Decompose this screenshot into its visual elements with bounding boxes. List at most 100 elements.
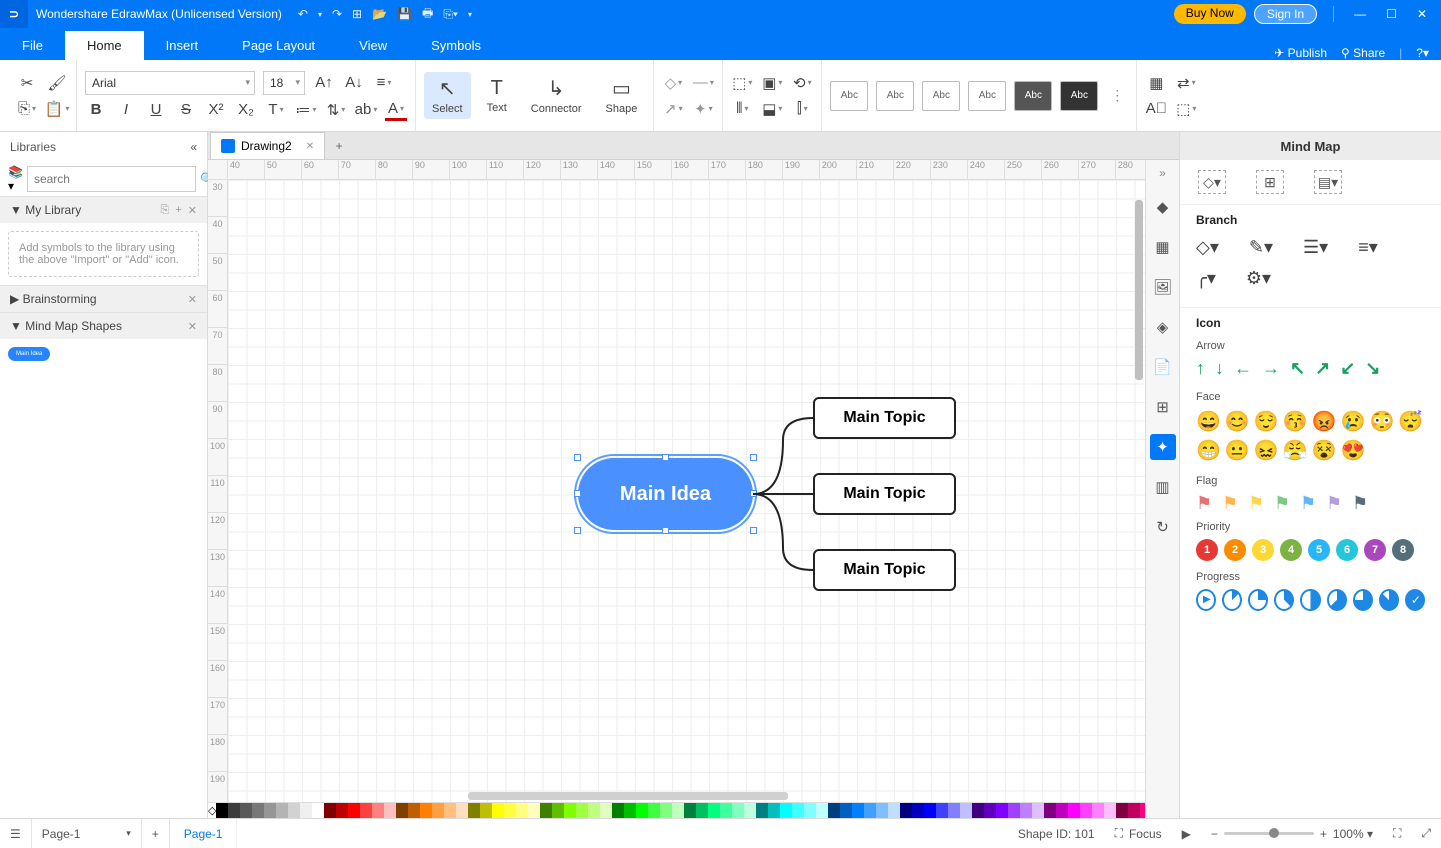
buy-now-button[interactable]: Buy Now [1174,4,1246,24]
color-swatch[interactable] [756,803,768,819]
mindmap-panel-icon[interactable]: ✦ [1150,434,1176,460]
layers-panel-icon[interactable]: ◈ [1150,314,1176,340]
font-color-icon[interactable]: A [385,99,407,121]
connector-tool[interactable]: ↳Connector [523,72,590,119]
color-swatch[interactable] [300,803,312,819]
color-swatch[interactable] [372,803,384,819]
color-swatch[interactable] [792,803,804,819]
horizontal-scrollbar[interactable] [468,792,788,800]
new-icon[interactable]: ⊞ [352,7,362,21]
format-icon[interactable]: ▦ [1145,72,1167,94]
close-section-icon[interactable]: ✕ [188,320,197,333]
subscript-icon[interactable]: X₂ [235,99,257,121]
priority-icon[interactable]: 8 [1392,539,1414,561]
menu-symbols[interactable]: Symbols [409,31,503,60]
color-swatch[interactable] [936,803,948,819]
color-swatch[interactable] [588,803,600,819]
focus-button[interactable]: ⛶ Focus [1105,819,1172,848]
share-button[interactable]: ⚲ Share [1341,46,1385,60]
color-swatch[interactable] [864,803,876,819]
menu-file[interactable]: File [0,31,65,60]
main-idea-shape[interactable]: Main Idea [8,347,50,361]
color-swatch[interactable] [720,803,732,819]
branch-fill-icon[interactable]: ◇▾ [1196,237,1219,258]
my-library-section[interactable]: ▼ My Library ⎘+✕ [0,197,207,223]
main-topic-node[interactable]: Main Topic [813,549,956,591]
flag-icon[interactable] [1300,493,1316,511]
expand-right-icon[interactable]: » [1159,166,1166,180]
priority-icon[interactable]: 5 [1308,539,1330,561]
distribute-icon[interactable]: ⫿ [791,98,813,120]
color-swatch[interactable] [852,803,864,819]
color-swatch[interactable] [996,803,1008,819]
select-similar-icon[interactable]: ⬚ [1175,98,1197,120]
library-menu-icon[interactable]: 📚▾ [8,166,23,192]
face-icon[interactable]: 😐 [1225,438,1250,463]
progress-icon[interactable] [1327,589,1347,611]
color-swatch[interactable] [552,803,564,819]
color-swatch[interactable] [360,803,372,819]
arrow-icon[interactable]: → [1262,358,1280,379]
branch-settings-icon[interactable]: ⚙▾ [1246,268,1271,289]
flag-icon[interactable] [1196,493,1212,511]
arrow-icon[interactable]: ↗ [1315,358,1330,379]
face-icon[interactable]: 😁 [1196,438,1221,463]
char-spacing-icon[interactable]: ab [355,99,377,121]
zoom-in-button[interactable]: + [1320,827,1327,841]
color-swatch[interactable] [948,803,960,819]
priority-icon[interactable]: 6 [1336,539,1358,561]
color-swatch[interactable] [432,803,444,819]
fill-icon[interactable]: ◇ [662,72,684,94]
color-swatch[interactable] [960,803,972,819]
increase-font-icon[interactable]: A↑ [313,72,335,94]
line-style-icon[interactable]: — [692,72,714,94]
branch-line-icon[interactable]: ☰▾ [1303,237,1328,258]
sign-in-button[interactable]: Sign In [1254,4,1317,24]
brainstorming-section[interactable]: ▶ Brainstorming ✕ [0,286,207,312]
align-icon[interactable]: ⫴ [731,98,753,120]
flag-icon[interactable] [1248,493,1264,511]
arrow-icon[interactable]: ← [1234,358,1252,379]
color-swatch[interactable] [1020,803,1032,819]
insert-topic-icon[interactable]: ⊞ [1256,170,1284,194]
color-swatch[interactable] [264,803,276,819]
color-swatch[interactable] [780,803,792,819]
color-swatch[interactable] [816,803,828,819]
replace-icon[interactable]: ⇄ [1175,72,1197,94]
font-select[interactable]: Arial [85,71,255,95]
face-icon[interactable]: 😳 [1369,409,1394,434]
color-swatch[interactable] [288,803,300,819]
face-icon[interactable]: 😖 [1254,438,1279,463]
color-swatch[interactable] [348,803,360,819]
main-topic-node[interactable]: Main Topic [813,473,956,515]
zoom-out-button[interactable]: − [1211,827,1218,841]
color-swatch[interactable] [216,803,228,819]
color-swatch[interactable] [660,803,672,819]
color-swatch[interactable] [900,803,912,819]
undo-dropdown-icon[interactable]: ▾ [318,10,322,19]
style-preset[interactable]: Abc [876,81,914,111]
cut-icon[interactable]: ✂ [16,72,38,94]
menu-home[interactable]: Home [65,31,144,60]
color-swatch[interactable] [516,803,528,819]
arrow-icon[interactable]: ↙ [1340,358,1355,379]
color-swatch[interactable] [636,803,648,819]
color-swatch[interactable] [672,803,684,819]
image-panel-icon[interactable]: 🖼 [1150,274,1176,300]
zoom-slider[interactable] [1224,832,1314,835]
color-swatch[interactable] [1056,803,1068,819]
priority-icon[interactable]: 1 [1196,539,1218,561]
page-panel-icon[interactable]: 📄 [1150,354,1176,380]
face-icon[interactable]: 😵 [1312,438,1337,463]
face-icon[interactable]: 😡 [1312,409,1337,434]
color-swatch[interactable] [480,803,492,819]
color-swatch[interactable] [420,803,432,819]
line-spacing-icon[interactable]: ⇅ [325,99,347,121]
progress-icon[interactable]: ✓ [1405,589,1425,611]
more-styles-icon[interactable]: ⋮ [1106,87,1128,104]
play-button[interactable]: ▶ [1172,819,1201,848]
priority-icon[interactable]: 2 [1224,539,1246,561]
style-preset[interactable]: Abc [1060,81,1098,111]
color-swatch[interactable] [612,803,624,819]
color-swatch[interactable] [972,803,984,819]
